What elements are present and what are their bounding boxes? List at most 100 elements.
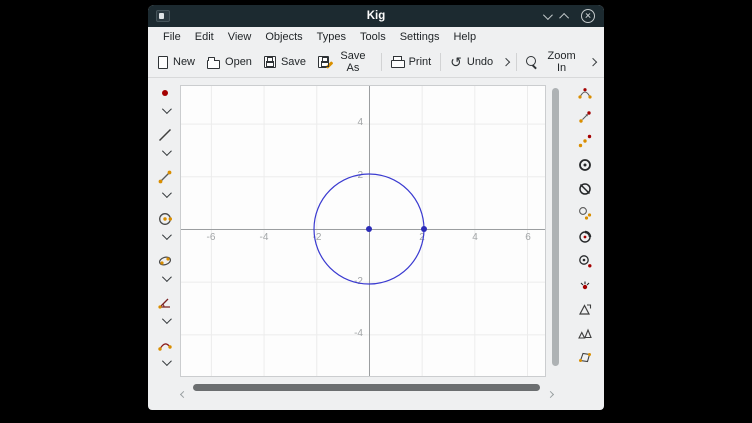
chevron-down-icon xyxy=(161,230,171,240)
chevron-down-icon xyxy=(161,188,171,198)
menu-help[interactable]: Help xyxy=(446,29,483,45)
right-tool-column xyxy=(570,83,600,367)
circle-by-three-points-icon xyxy=(577,205,593,221)
menu-file[interactable]: File xyxy=(156,29,188,45)
vertical-scrollbar[interactable] xyxy=(550,85,560,377)
polygon-icon xyxy=(157,337,173,353)
angle-icon xyxy=(157,295,173,311)
point-tool-button[interactable] xyxy=(153,83,177,103)
toolbar-separator xyxy=(381,53,382,71)
menu-view[interactable]: View xyxy=(221,29,259,45)
similar-triangles-tool-button[interactable] xyxy=(573,323,597,343)
titlebar[interactable]: Kig xyxy=(148,5,604,27)
angle-tool-expander[interactable] xyxy=(153,313,177,327)
toolbar-separator xyxy=(516,53,517,71)
polygon-tool-button[interactable] xyxy=(153,335,177,355)
horizontal-scrollbar[interactable] xyxy=(180,381,558,394)
polygon-vertices-tool-button[interactable] xyxy=(573,347,597,367)
similar-triangles-icon xyxy=(577,325,593,341)
menubar: File Edit View Objects Types Tools Setti… xyxy=(148,27,604,47)
conic-tool-button[interactable] xyxy=(153,251,177,271)
test-point-icon xyxy=(577,277,593,293)
minimize-button[interactable] xyxy=(543,7,550,25)
document-new-icon xyxy=(158,56,168,69)
left-tool-column xyxy=(151,83,179,377)
chevron-down-icon xyxy=(161,146,171,156)
vertical-scrollbar-thumb[interactable] xyxy=(552,88,559,366)
line-tool-button[interactable] xyxy=(153,125,177,145)
print-button[interactable]: Print xyxy=(385,52,438,73)
close-button[interactable] xyxy=(581,9,595,23)
menu-types[interactable]: Types xyxy=(310,29,353,45)
menu-tools[interactable]: Tools xyxy=(353,29,393,45)
main-toolbar: New Open Save Save As Print ↺ Un xyxy=(148,47,604,78)
hide-object-tool-button[interactable] xyxy=(573,179,597,199)
scroll-left-arrow-icon[interactable] xyxy=(181,384,188,391)
new-button[interactable]: New xyxy=(152,52,201,73)
window-title: Kig xyxy=(148,10,604,22)
segment-tool-expander[interactable] xyxy=(153,187,177,201)
chevron-down-icon xyxy=(161,314,171,324)
polygon-tool-expander[interactable] xyxy=(153,355,177,369)
polygon-vertices-icon xyxy=(577,349,593,365)
undo-button[interactable]: ↺ Undo xyxy=(444,52,499,73)
segment-icon xyxy=(157,169,173,185)
inversion-tool-button[interactable] xyxy=(573,227,597,247)
circle-by-three-points-tool-button[interactable] xyxy=(573,203,597,223)
hide-object-icon xyxy=(577,181,593,197)
chevron-down-icon xyxy=(161,272,171,282)
horizontal-scrollbar-thumb[interactable] xyxy=(193,384,540,391)
three-points-icon xyxy=(577,133,593,149)
chevron-down-icon xyxy=(161,356,171,366)
attach-label-icon xyxy=(577,253,593,269)
translate-point-tool-button[interactable] xyxy=(573,107,597,127)
scroll-right-arrow-icon[interactable] xyxy=(548,384,555,391)
reflect-polygon-icon xyxy=(577,301,593,317)
conic-tool-expander[interactable] xyxy=(153,271,177,285)
save-as-button[interactable]: Save As xyxy=(312,46,378,78)
maximize-button[interactable] xyxy=(562,7,569,25)
chevron-down-icon xyxy=(161,104,171,114)
attach-label-tool-button[interactable] xyxy=(573,251,597,271)
angle-tool-button[interactable] xyxy=(153,293,177,313)
geometry-objects xyxy=(181,86,547,378)
desktop-background: Kig File Edit View Objects Types Tools S… xyxy=(0,0,752,423)
test-point-tool-button[interactable] xyxy=(573,275,597,295)
three-points-tool-button[interactable] xyxy=(573,131,597,151)
zoom-in-icon xyxy=(526,56,538,69)
chevron-up-icon xyxy=(559,13,569,23)
toolbar-separator xyxy=(440,53,441,71)
center-point-object[interactable] xyxy=(366,226,372,232)
reflect-polygon-tool-button[interactable] xyxy=(573,299,597,319)
chevron-down-icon xyxy=(543,10,553,20)
circle-tool-button[interactable] xyxy=(153,209,177,229)
point-icon xyxy=(157,85,173,101)
undo-overflow-chevron-icon[interactable] xyxy=(502,58,510,66)
menu-objects[interactable]: Objects xyxy=(258,29,309,45)
circle-tool-expander[interactable] xyxy=(153,229,177,243)
pencil-icon xyxy=(326,61,334,69)
line-icon xyxy=(157,127,173,143)
toolbar-overflow-chevron-icon[interactable] xyxy=(589,58,597,66)
kig-window: Kig File Edit View Objects Types Tools S… xyxy=(148,5,604,410)
circle-icon xyxy=(157,211,173,227)
segment-tool-button[interactable] xyxy=(153,167,177,187)
conic-icon xyxy=(157,253,173,269)
folder-open-icon xyxy=(207,60,220,69)
arc-by-points-icon xyxy=(577,85,593,101)
zoom-in-button[interactable]: Zoom In xyxy=(520,46,587,78)
save-button[interactable]: Save xyxy=(258,52,312,72)
menu-settings[interactable]: Settings xyxy=(393,29,447,45)
printer-icon xyxy=(391,56,404,69)
floppy-save-icon xyxy=(264,56,276,68)
arc-by-points-tool-button[interactable] xyxy=(573,83,597,103)
line-tool-expander[interactable] xyxy=(153,145,177,159)
circle-center-point-icon xyxy=(577,157,593,173)
radius-point-object[interactable] xyxy=(421,226,427,232)
point-tool-expander[interactable] xyxy=(153,103,177,117)
geometry-canvas[interactable]: -6 -4 -2 2 4 6 4 2 -2 -4 xyxy=(180,85,546,377)
floppy-save-as-icon xyxy=(318,56,329,68)
open-button[interactable]: Open xyxy=(201,52,258,73)
circle-center-point-tool-button[interactable] xyxy=(573,155,597,175)
menu-edit[interactable]: Edit xyxy=(188,29,221,45)
